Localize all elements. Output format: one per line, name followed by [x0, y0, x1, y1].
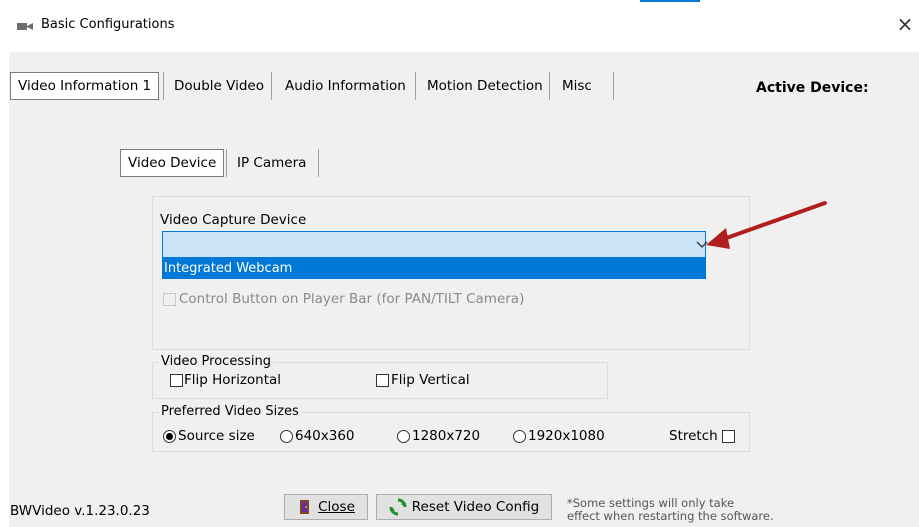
radio-1280x720-label: 1280x720 — [412, 428, 481, 444]
refresh-icon — [389, 498, 407, 516]
flip-vertical-checkbox[interactable] — [376, 374, 389, 387]
door-exit-icon — [300, 500, 310, 514]
window-title: Basic Configurations — [41, 17, 175, 32]
radio-1280x720[interactable] — [397, 430, 410, 443]
restart-note-line-2: effect when restarting the software. — [567, 509, 774, 523]
radio-source-size-label: Source size — [178, 428, 255, 444]
annotation-arrow — [706, 201, 827, 249]
tab-double-video[interactable]: Double Video — [167, 72, 271, 100]
video-capture-device-select[interactable] — [162, 231, 708, 258]
reset-video-config-button[interactable]: Reset Video Config — [376, 494, 552, 520]
tab-misc[interactable]: Misc — [555, 72, 599, 100]
active-device-label: Active Device: — [756, 80, 869, 96]
stretch-checkbox[interactable] — [722, 430, 735, 443]
subtab-video-device[interactable]: Video Device — [120, 149, 225, 177]
reset-video-config-label: Reset Video Config — [411, 499, 540, 515]
video-capture-device-label: Video Capture Device — [160, 212, 307, 228]
video-processing-label: Video Processing — [159, 354, 273, 369]
control-button-label: Control Button on Player Bar (for PAN/TI… — [179, 291, 525, 307]
stretch-label: Stretch — [669, 428, 718, 444]
video-camera-icon — [17, 23, 33, 30]
tab-separator — [549, 72, 550, 100]
tab-separator — [163, 72, 164, 100]
dropdown-option-integrated-webcam[interactable]: Integrated Webcam — [162, 258, 706, 279]
flip-horizontal-checkbox[interactable] — [170, 374, 183, 387]
control-button-checkbox[interactable] — [163, 293, 176, 306]
subtab-separator — [318, 149, 319, 177]
radio-640x360-label: 640x360 — [295, 428, 355, 444]
radio-640x360[interactable] — [280, 430, 293, 443]
subtab-ip-camera[interactable]: IP Camera — [230, 149, 313, 177]
tab-separator — [613, 72, 614, 100]
radio-1920x1080-label: 1920x1080 — [528, 428, 605, 444]
flip-vertical-label: Flip Vertical — [391, 372, 470, 388]
title-accent-bar — [640, 0, 700, 2]
preferred-sizes-label: Preferred Video Sizes — [159, 404, 301, 419]
tab-video-information-1[interactable]: Video Information 1 — [10, 72, 160, 100]
version-label: BWVideo v.1.23.0.23 — [10, 503, 150, 519]
close-button-label: Close — [318, 499, 355, 515]
tab-separator — [271, 72, 272, 100]
radio-1920x1080[interactable] — [513, 430, 526, 443]
tab-separator — [415, 72, 416, 100]
close-window-button[interactable]: × — [894, 11, 916, 37]
title-bar: Basic Configurations × — [0, 0, 919, 52]
restart-note: *Some settings will only take effect whe… — [567, 497, 797, 523]
radio-source-size[interactable] — [163, 430, 176, 443]
tab-motion-detection[interactable]: Motion Detection — [420, 72, 550, 100]
close-button[interactable]: Close — [284, 494, 368, 520]
tab-audio-information[interactable]: Audio Information — [278, 72, 413, 100]
subtab-separator — [226, 149, 227, 177]
flip-horizontal-label: Flip Horizontal — [184, 372, 282, 388]
